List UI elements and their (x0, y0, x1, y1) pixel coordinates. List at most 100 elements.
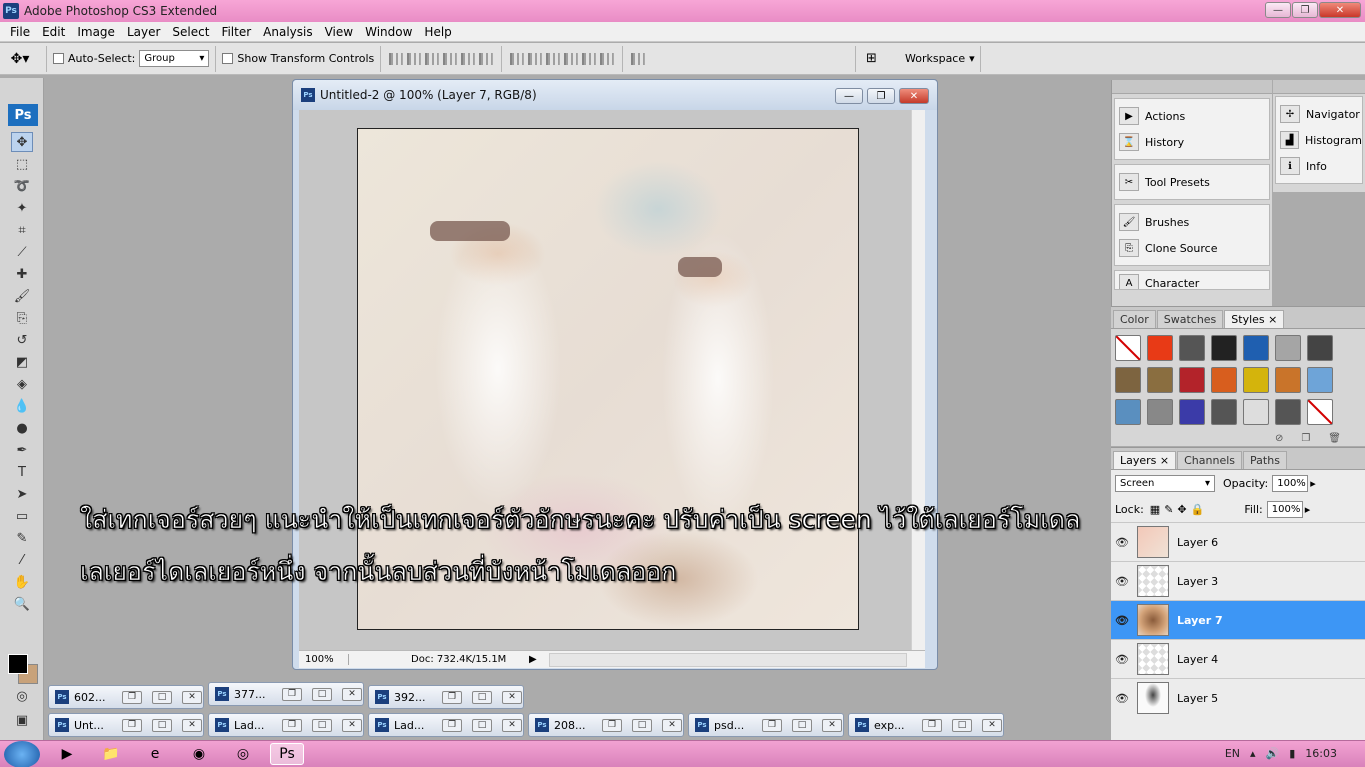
restore-button[interactable]: ❐ (122, 718, 142, 732)
dock-header[interactable] (1112, 80, 1272, 94)
style-swatch[interactable] (1307, 399, 1333, 425)
opacity-slider-arrow-icon[interactable]: ▸ (1310, 477, 1316, 490)
opacity-input[interactable]: 100% (1272, 474, 1309, 492)
panel-info[interactable]: ℹ Info (1276, 153, 1362, 179)
path-selection-tool-icon[interactable]: ➤ (11, 484, 33, 504)
status-arrow-icon[interactable]: ▶ (529, 654, 537, 665)
panel-history[interactable]: ⌛ History (1115, 129, 1269, 155)
move-tool-icon[interactable]: ✥ (11, 132, 33, 152)
style-swatch[interactable] (1243, 399, 1269, 425)
menu-file[interactable]: File (4, 25, 36, 39)
panel-character[interactable]: A Character (1115, 273, 1269, 289)
close-button[interactable]: ✕ (342, 718, 362, 732)
align-top-icon[interactable] (389, 52, 404, 65)
tab-styles[interactable]: Styles × (1224, 310, 1285, 328)
restore-button[interactable]: ❐ (442, 718, 462, 732)
menu-help[interactable]: Help (418, 25, 457, 39)
close-button[interactable]: ✕ (342, 687, 362, 701)
move-tool-preset-icon[interactable]: ✥▾ (0, 51, 40, 67)
distribute-hcenter-icon[interactable] (582, 52, 597, 65)
minimized-document[interactable]: Ps 208... ❐ □ ✕ (528, 713, 684, 737)
firefox-icon[interactable]: ◉ (182, 743, 216, 765)
quick-mask-icon[interactable]: ◎ (11, 686, 33, 706)
minimized-document[interactable]: Ps Unt... ❐ □ ✕ (48, 713, 204, 737)
eye-icon[interactable]: 👁 (1111, 653, 1133, 666)
layer-row[interactable]: 👁 Layer 3 (1111, 561, 1365, 600)
style-swatch[interactable] (1211, 335, 1237, 361)
layer-row[interactable]: 👁 Layer 4 (1111, 639, 1365, 678)
restore-button[interactable]: ❐ (602, 718, 622, 732)
lock-position-icon[interactable]: ✥ (1177, 503, 1186, 516)
distribute-vcenter-icon[interactable] (528, 52, 543, 65)
slice-tool-icon[interactable]: ⟋ (11, 242, 33, 262)
horizontal-scrollbar[interactable] (548, 652, 907, 667)
layer-row[interactable]: 👁 Layer 6 (1111, 522, 1365, 561)
workspace-button[interactable]: Workspace ▾ (905, 52, 975, 65)
crop-tool-icon[interactable]: ⌗ (11, 220, 33, 240)
close-button[interactable]: ✕ (502, 690, 522, 704)
maximize-button[interactable]: □ (152, 690, 172, 704)
eye-icon[interactable]: 👁 (1111, 614, 1133, 627)
close-button[interactable]: ✕ (982, 718, 1002, 732)
eye-icon[interactable]: 👁 (1111, 575, 1133, 588)
restore-button[interactable]: ❐ (282, 687, 302, 701)
eyedropper-tool-icon[interactable]: ⁄ (11, 550, 33, 570)
layer-row[interactable]: 👁 Layer 7 (1111, 600, 1365, 639)
align-hcenter-icon[interactable] (461, 52, 476, 65)
restore-button[interactable]: ❐ (922, 718, 942, 732)
fill-input[interactable]: 100% (1266, 500, 1303, 518)
distribute-left-icon[interactable] (564, 52, 579, 65)
tab-channels[interactable]: Channels (1177, 451, 1243, 469)
restore-button[interactable]: ❐ (442, 690, 462, 704)
restore-button[interactable]: ❐ (762, 718, 782, 732)
minimized-document[interactable]: Ps Lad... ❐ □ ✕ (368, 713, 524, 737)
eye-icon[interactable]: 👁 (1111, 692, 1133, 705)
close-button[interactable]: ✕ (1319, 2, 1361, 18)
healing-brush-tool-icon[interactable]: ✚ (11, 264, 33, 284)
style-swatch[interactable] (1275, 335, 1301, 361)
tab-color[interactable]: Color (1113, 310, 1156, 328)
network-icon[interactable]: ▮ (1289, 747, 1295, 760)
close-button[interactable]: ✕ (182, 718, 202, 732)
menu-view[interactable]: View (319, 25, 359, 39)
auto-select-checkbox[interactable] (53, 53, 64, 64)
maximize-button[interactable]: □ (792, 718, 812, 732)
style-swatch[interactable] (1211, 399, 1237, 425)
maximize-button[interactable]: □ (152, 718, 172, 732)
tab-layers[interactable]: Layers × (1113, 451, 1177, 469)
close-button[interactable]: ✕ (502, 718, 522, 732)
menu-window[interactable]: Window (359, 25, 418, 39)
menu-filter[interactable]: Filter (215, 25, 257, 39)
style-swatch[interactable] (1147, 335, 1173, 361)
distribute-top-icon[interactable] (510, 52, 525, 65)
eye-icon[interactable]: 👁 (1111, 536, 1133, 549)
bridge-icon[interactable]: ⊞ (866, 51, 877, 66)
style-swatch[interactable] (1115, 367, 1141, 393)
media-player-icon[interactable]: ▶ (50, 743, 84, 765)
layer-row[interactable]: 👁 Layer 5 (1111, 678, 1365, 717)
brush-tool-icon[interactable]: 🖌 (11, 286, 33, 306)
style-swatch[interactable] (1275, 399, 1301, 425)
panel-tool-presets[interactable]: ✂ Tool Presets (1115, 169, 1269, 195)
style-swatch[interactable] (1211, 367, 1237, 393)
new-style-icon[interactable]: ❐ (1301, 433, 1310, 444)
blend-mode-dropdown[interactable]: Screen ▾ (1115, 474, 1215, 492)
magic-wand-tool-icon[interactable]: ✦ (11, 198, 33, 218)
show-transform-checkbox[interactable] (222, 53, 234, 64)
style-swatch[interactable] (1179, 367, 1205, 393)
volume-icon[interactable]: 🔊 (1266, 747, 1280, 760)
restore-button[interactable]: ❐ (282, 718, 302, 732)
tab-paths[interactable]: Paths (1243, 451, 1287, 469)
auto-select-dropdown[interactable]: Group ▾ (139, 50, 210, 67)
style-swatch[interactable] (1307, 335, 1333, 361)
style-swatch[interactable] (1115, 399, 1141, 425)
hand-tool-icon[interactable]: ✋ (11, 572, 33, 592)
paint-bucket-tool-icon[interactable]: ◈ (11, 374, 33, 394)
style-swatch[interactable] (1147, 367, 1173, 393)
style-swatch[interactable] (1179, 335, 1205, 361)
style-swatch[interactable] (1307, 367, 1333, 393)
minimized-document[interactable]: Ps 602... ❐ □ ✕ (48, 685, 204, 709)
dodge-tool-icon[interactable]: ● (11, 418, 33, 438)
shape-tool-icon[interactable]: ▭ (11, 506, 33, 526)
dock-header[interactable] (1273, 80, 1365, 94)
